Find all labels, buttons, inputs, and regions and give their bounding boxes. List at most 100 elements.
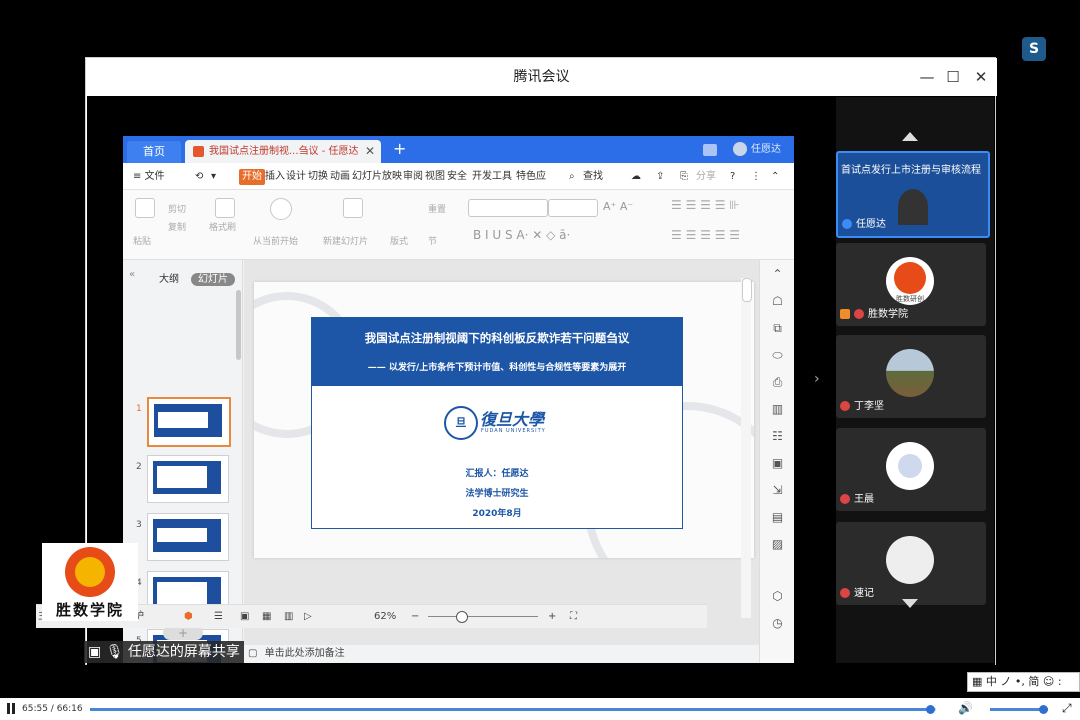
undo-icon[interactable]: ⟲ bbox=[195, 163, 203, 190]
close-button[interactable]: ✕ bbox=[971, 67, 991, 87]
menu-file[interactable]: ≡ 文件 bbox=[133, 163, 165, 190]
collapse-ribbon-icon[interactable]: ⌃ bbox=[771, 163, 779, 190]
chevron-right-icon[interactable]: › bbox=[814, 371, 820, 387]
thumbnail-scrollbar[interactable] bbox=[236, 290, 241, 360]
print-icon[interactable]: ⎙ bbox=[771, 376, 784, 389]
align-icons[interactable]: ☰ ☰ ☰ ☰ ☰ bbox=[671, 228, 740, 242]
section-button[interactable]: 节 bbox=[428, 234, 437, 247]
zoom-level[interactable]: 62% bbox=[374, 605, 396, 628]
new-tab-icon[interactable]: + bbox=[393, 139, 406, 158]
tab-slides[interactable]: 幻灯片 bbox=[191, 273, 235, 286]
current-slide[interactable]: 我国试点注册制视阈下的科创板反欺诈若干问题刍议 —— 以发行/上市条件下预计市值… bbox=[254, 282, 754, 558]
text-format-icons[interactable]: B I U S A· ✕ ◇ ā· bbox=[473, 228, 570, 242]
cloud-sync-icon[interactable]: ☁ bbox=[631, 163, 641, 190]
export-icon[interactable]: ⇪ bbox=[656, 163, 664, 190]
menu-special[interactable]: 特色应 bbox=[516, 163, 546, 190]
tab-outline[interactable]: 大纲 bbox=[159, 274, 179, 285]
search-button[interactable]: 查找 bbox=[583, 163, 603, 190]
collapse-icon[interactable]: ⌃ bbox=[771, 268, 784, 281]
dropdown-icon[interactable]: ▾ bbox=[211, 163, 216, 190]
canvas-vertical-scrollbar[interactable] bbox=[741, 278, 752, 618]
menu-insert[interactable]: 插入 bbox=[265, 163, 285, 190]
maximize-button[interactable]: ☐ bbox=[943, 67, 963, 87]
new-slide-button[interactable]: 新建幻灯片 bbox=[323, 234, 368, 247]
zoom-out-icon[interactable]: − bbox=[411, 605, 419, 628]
reset-button[interactable]: 重置 bbox=[428, 202, 446, 215]
history-icon[interactable]: ◷ bbox=[771, 617, 784, 630]
menu-start[interactable]: 开始 bbox=[239, 169, 265, 185]
menu-slideshow[interactable]: 幻灯片放映 bbox=[352, 163, 402, 190]
font-grow-icon[interactable]: A⁺ A⁻ bbox=[603, 200, 633, 213]
app-tray-icon[interactable]: S bbox=[1022, 37, 1046, 61]
collapse-panel-icon[interactable]: « bbox=[129, 269, 135, 280]
format-painter-icon[interactable] bbox=[215, 198, 235, 218]
menu-animation[interactable]: 动画 bbox=[330, 163, 350, 190]
participant-tile[interactable]: 丁李坚 bbox=[836, 335, 986, 418]
scroll-up-icon[interactable] bbox=[902, 132, 918, 141]
slide-thumbnail-1[interactable] bbox=[147, 397, 231, 447]
menu-design[interactable]: 设计 bbox=[286, 163, 306, 190]
shield-icon[interactable]: ⬡ bbox=[771, 590, 784, 603]
slide-thumbnail-3[interactable] bbox=[147, 513, 229, 561]
copy-icon[interactable]: ⧉ bbox=[771, 322, 784, 335]
share-icon[interactable]: ⎘ bbox=[680, 163, 688, 190]
list-icons[interactable]: ☰ ☰ ☰ ☰ ⊪ bbox=[671, 198, 740, 212]
seek-handle[interactable] bbox=[926, 705, 936, 714]
menu-view[interactable]: 视图 bbox=[425, 163, 445, 190]
volume-icon[interactable]: 🔊 bbox=[958, 701, 973, 715]
user-account[interactable]: 任愿达 bbox=[733, 141, 781, 159]
zoom-slider-knob[interactable] bbox=[456, 611, 468, 623]
slideshow-icon[interactable]: ▷ bbox=[304, 605, 312, 628]
play-icon[interactable] bbox=[270, 198, 292, 220]
zoom-slider[interactable] bbox=[428, 616, 538, 617]
participant-tile[interactable]: 王晨 bbox=[836, 428, 986, 511]
tab-home[interactable]: 首页 bbox=[127, 141, 181, 163]
share-button[interactable]: 分享 bbox=[696, 163, 716, 190]
reading-view-icon[interactable]: ▥ bbox=[284, 605, 293, 628]
table-icon[interactable]: ▤ bbox=[771, 511, 784, 524]
paste-button[interactable]: 粘贴 bbox=[133, 234, 151, 247]
picture-icon[interactable]: ▨ bbox=[771, 538, 784, 551]
theme-cube-icon[interactable]: ⬢ bbox=[184, 605, 193, 628]
normal-view-icon[interactable]: ▣ bbox=[240, 605, 249, 628]
more-icon[interactable]: ⋮ bbox=[751, 163, 761, 190]
minimize-button[interactable]: — bbox=[917, 67, 937, 87]
export-icon[interactable]: ⇲ bbox=[771, 484, 784, 497]
ime-toolbar[interactable]: ▦ 中 ノ •, 简 ☺ : bbox=[967, 672, 1080, 692]
close-tab-icon[interactable]: ✕ bbox=[365, 140, 375, 163]
font-family-select[interactable] bbox=[468, 199, 548, 217]
copy-button[interactable]: 复制 bbox=[168, 220, 186, 233]
cut-button[interactable]: 剪切 bbox=[168, 202, 186, 215]
volume-slider[interactable] bbox=[990, 705, 1048, 714]
fullscreen-icon[interactable]: ⤢ bbox=[1062, 701, 1072, 716]
help-icon[interactable]: ? bbox=[730, 163, 735, 190]
menu-devtools[interactable]: 开发工具 bbox=[472, 163, 512, 190]
image-icon[interactable]: ▣ bbox=[771, 457, 784, 470]
fit-window-icon[interactable]: ⛶ bbox=[570, 605, 577, 628]
participant-tile[interactable]: 胜数研创 胜数学院 bbox=[836, 243, 986, 326]
sliders-icon[interactable]: ☷ bbox=[771, 430, 784, 443]
tab-document[interactable]: 我国试点注册制视...刍议 - 任愿达 ✕ bbox=[185, 140, 381, 163]
slide-thumbnail-2[interactable] bbox=[147, 455, 229, 503]
sorter-view-icon[interactable]: ▦ bbox=[262, 605, 271, 628]
add-slide-button[interactable]: + bbox=[163, 626, 203, 640]
menu-security[interactable]: 安全 bbox=[447, 163, 467, 190]
format-painter-button[interactable]: 格式刷 bbox=[209, 220, 236, 233]
zoom-in-icon[interactable]: + bbox=[548, 605, 556, 628]
participant-tile[interactable]: 速记 bbox=[836, 522, 986, 605]
menu-review[interactable]: 审阅 bbox=[403, 163, 423, 190]
participant-tile[interactable]: 首试点发行上市注册与审核流程 任愿达 bbox=[836, 151, 990, 238]
volume-handle[interactable] bbox=[1039, 705, 1048, 714]
font-size-select[interactable] bbox=[548, 199, 598, 217]
scroll-down-icon[interactable] bbox=[902, 599, 918, 608]
shape-icon[interactable]: ⬭ bbox=[771, 349, 784, 362]
play-from-current-button[interactable]: 从当前开始 bbox=[253, 234, 298, 247]
menu-transition[interactable]: 切换 bbox=[308, 163, 328, 190]
chart-icon[interactable]: ▥ bbox=[771, 403, 784, 416]
align-icon[interactable]: ☰ bbox=[214, 605, 223, 628]
new-slide-icon[interactable] bbox=[343, 198, 363, 218]
window-box-icon[interactable] bbox=[703, 144, 717, 156]
seek-bar[interactable] bbox=[90, 705, 936, 714]
pin-icon[interactable]: ☖ bbox=[771, 295, 784, 308]
pause-icon-bar[interactable] bbox=[12, 703, 15, 714]
